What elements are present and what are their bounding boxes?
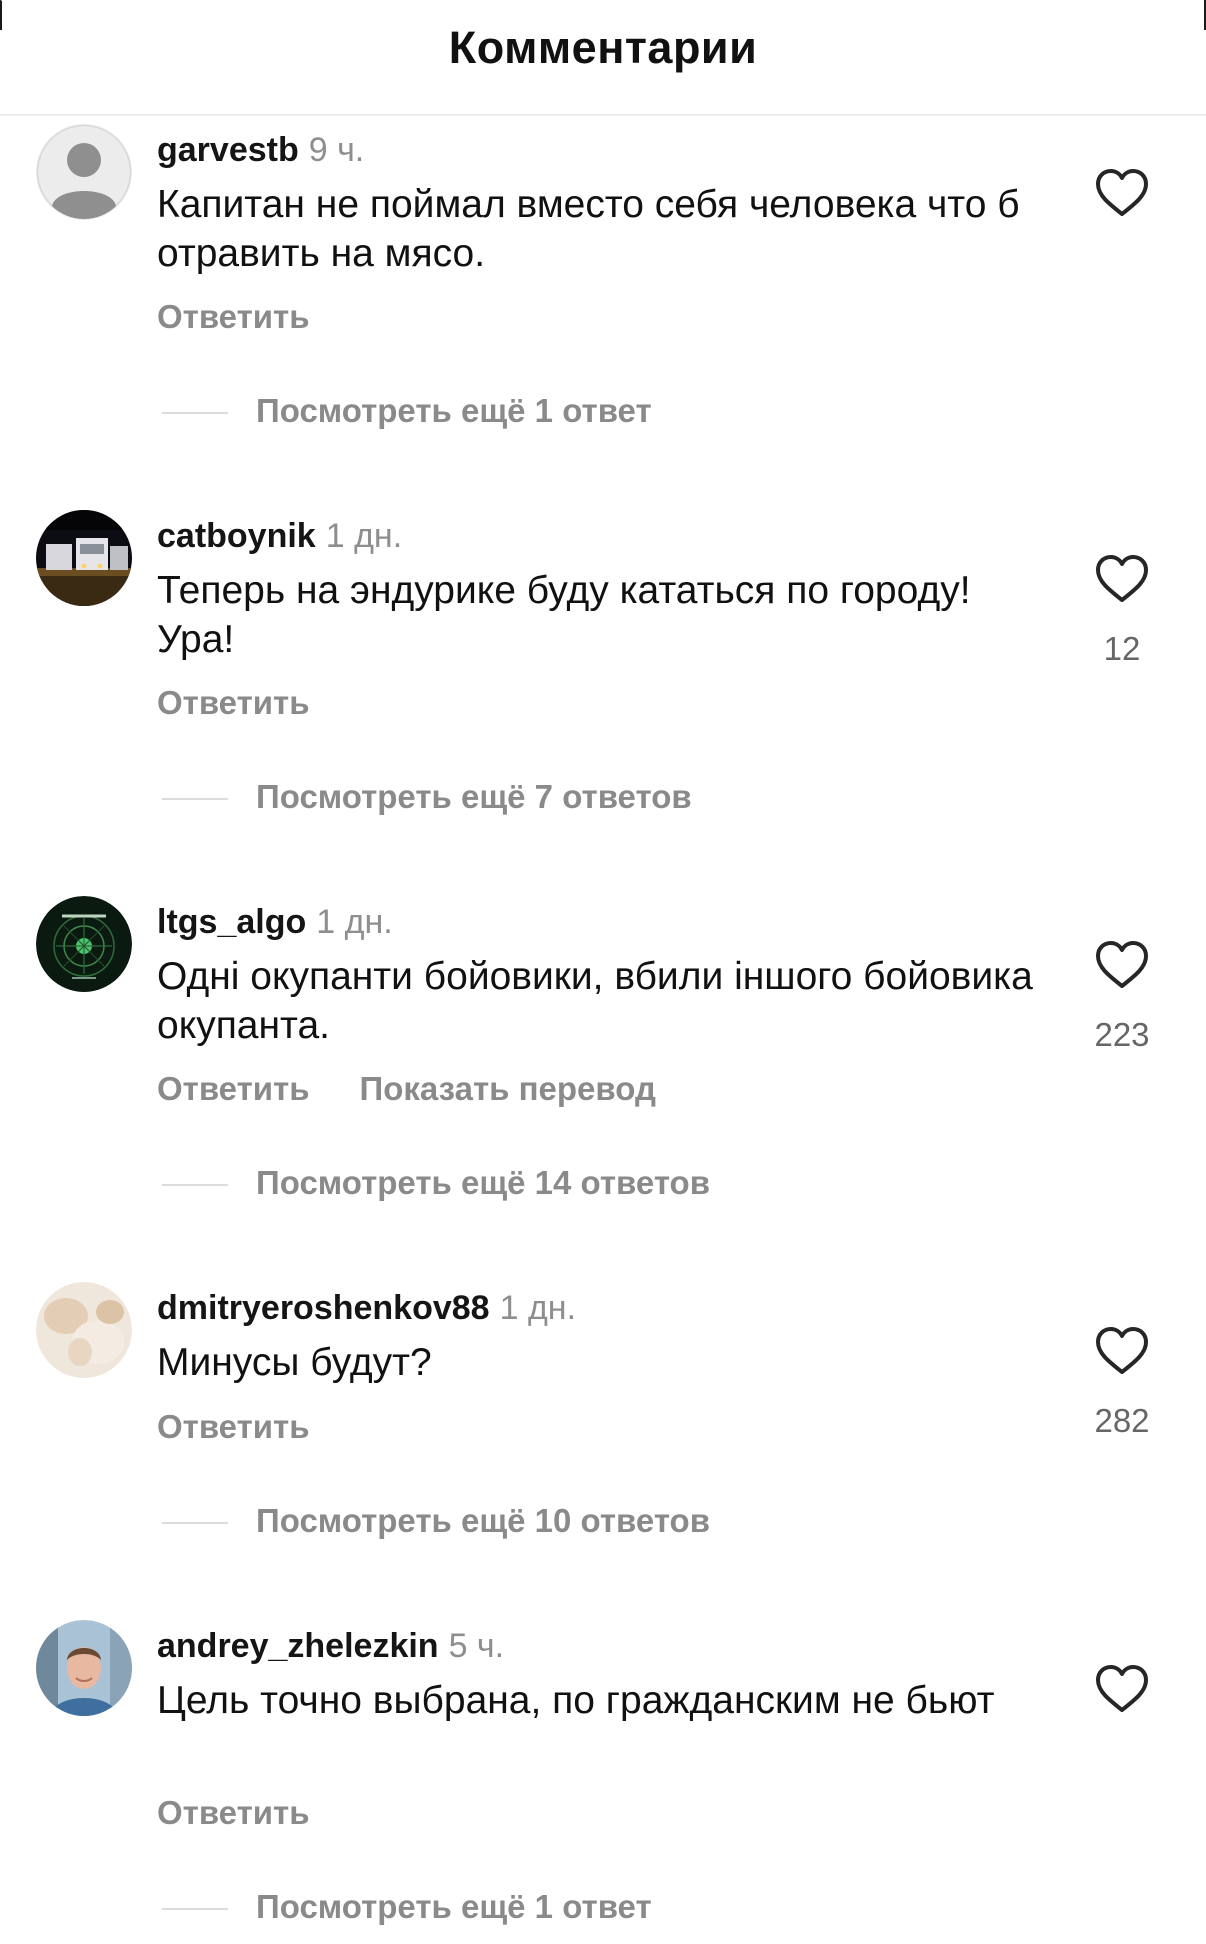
username[interactable]: garvestb [157,131,299,169]
heart-icon [1096,555,1148,602]
reply-button[interactable]: Ответить [157,1408,310,1445]
portrait-photo [36,1620,132,1716]
comment-text: Одні окупанти бойовики, вбили іншого бой… [157,955,1033,1047]
view-replies-label: Посмотреть ещё 10 ответов [256,1502,710,1539]
timestamp: 1 дн. [499,1289,577,1327]
username[interactable]: dmitryeroshenkov88 [157,1289,490,1327]
comment-text: Теперь на эндурике буду кататься по горо… [157,569,971,661]
comment-text: Цель точно выбрана, по гражданским не бь… [157,1679,995,1722]
timestamp: 9 ч. [308,131,365,169]
username[interactable]: andrey_zhelezkin [157,1627,439,1665]
avatar[interactable] [36,1620,132,1716]
comment-item: dmitryeroshenkov88 1 дн. Минусы будут? От… [0,1282,1206,1668]
comment-actions: Ответить [157,1408,310,1446]
comment-item: garvestb 9 ч. Капитан не поймал вместо се… [0,124,1206,510]
reply-button[interactable]: Ответить [157,1070,310,1107]
comment-meta: ltgs_algo 1 дн. [157,902,393,942]
avatar[interactable] [36,896,132,992]
show-translation-button[interactable]: Показать перевод [360,1070,656,1107]
reply-button[interactable]: Ответить [157,684,310,721]
likes-count: 12 [1103,630,1141,667]
comment-text: Минусы будут? [157,1341,432,1384]
replies-divider [162,1184,228,1186]
timestamp: 1 дн. [316,903,393,941]
likes-count: 223 [1094,1016,1150,1053]
timestamp: 5 ч. [448,1627,505,1665]
username[interactable]: ltgs_algo [157,903,306,941]
username[interactable]: catboynik [157,517,316,555]
comment-meta: garvestb 9 ч. [157,130,364,170]
ltgs-algo-logo [36,896,132,992]
view-replies-label: Посмотреть ещё 14 ответов [256,1164,710,1201]
like-button[interactable] [1094,168,1150,218]
comment-text: Капитан не поймал вместо себя человека ч… [157,183,1020,275]
heart-icon [1096,941,1148,988]
avatar[interactable] [36,1282,132,1378]
blurred-photo [36,1282,132,1378]
like-button[interactable] [1094,940,1150,990]
replies-divider [162,412,228,414]
reply-button[interactable]: Ответить [157,1794,310,1831]
comment-item: andrey_zhelezkin 5 ч. Цель точно выбрана,… [0,1620,1206,1944]
comment-meta: dmitryeroshenkov88 1 дн. [157,1288,576,1328]
page-title: Комментарии [448,22,758,73]
heart-icon [1096,1327,1148,1374]
like-button[interactable] [1094,1326,1150,1376]
trucks-at-night-photo [36,510,132,606]
view-replies-label: Посмотреть ещё 1 ответ [256,392,652,429]
replies-divider [162,798,228,800]
replies-divider [162,1522,228,1524]
like-button[interactable] [1094,1664,1150,1714]
timestamp: 1 дн. [325,517,403,555]
view-replies-label: Посмотреть ещё 1 ответ [256,1888,652,1925]
comment-item: catboynik 1 дн. Теперь на эндурике буду к… [0,510,1206,896]
heart-icon [1096,169,1148,216]
replies-divider [162,1908,228,1910]
comment-actions: Ответить [157,684,310,722]
reply-button[interactable]: Ответить [157,298,310,335]
comment-item: ltgs_algo 1 дн. Одні окупанти бойовики, в… [0,896,1206,1282]
likes-count: 282 [1094,1402,1150,1439]
avatar[interactable] [36,124,132,220]
default-user-icon [36,124,132,220]
comment-actions: Ответить Показать перевод [157,1070,656,1108]
view-replies-label: Посмотреть ещё 7 ответов [256,778,692,815]
comments-header: Комментарии [0,0,1206,116]
comment-meta: catboynik 1 дн. [157,516,402,556]
comment-actions: Ответить [157,298,310,336]
comment-actions: Ответить [157,1794,310,1832]
heart-icon [1096,1665,1148,1712]
comment-meta: andrey_zhelezkin 5 ч. [157,1626,504,1666]
like-button[interactable] [1094,554,1150,604]
avatar[interactable] [36,510,132,606]
